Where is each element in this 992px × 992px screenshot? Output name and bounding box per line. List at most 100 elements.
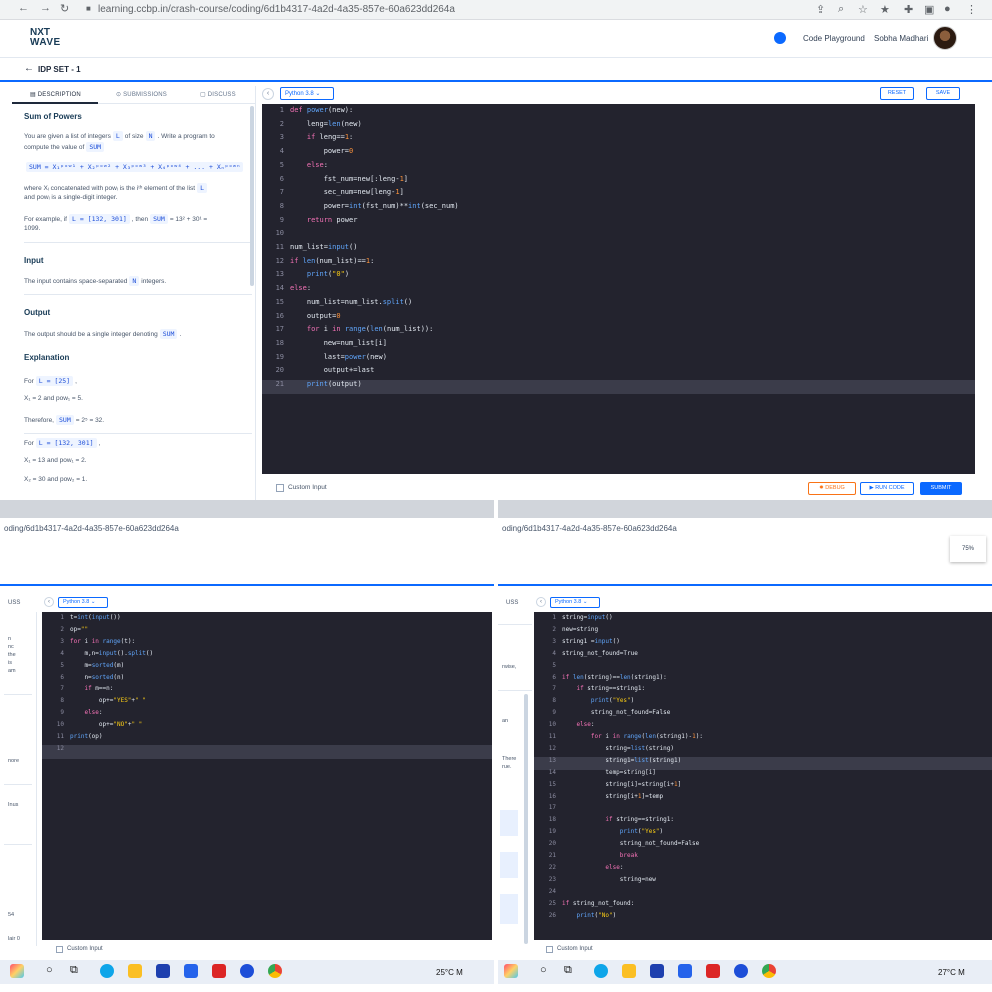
chrome-icon[interactable] — [762, 964, 776, 978]
tab-icon[interactable]: ▣ — [924, 3, 934, 16]
code-line[interactable]: 6 fst_num=new[:leng-1] — [262, 175, 975, 189]
blue-rule — [0, 584, 494, 586]
search-icon[interactable]: ○ — [46, 964, 53, 976]
scrollbar[interactable] — [524, 694, 528, 944]
debug-button[interactable]: ✹ DEBUG — [808, 482, 856, 495]
placeholder-block — [500, 852, 518, 878]
media-icon[interactable] — [240, 964, 254, 978]
code-line[interactable]: 3 if leng==1: — [262, 133, 975, 147]
code-line[interactable]: 17 for i in range(len(num_list)): — [262, 325, 975, 339]
search-icon[interactable]: ○ — [540, 964, 547, 976]
code-line[interactable]: 15 num_list=num_list.split() — [262, 298, 975, 312]
shield-icon[interactable] — [212, 964, 226, 978]
media-icon[interactable] — [734, 964, 748, 978]
logo[interactable]: NXT WAVE — [30, 28, 61, 48]
custom-input-label: Custom Input — [557, 946, 593, 952]
task-view-icon[interactable]: ⧉ — [564, 964, 572, 977]
language-select[interactable]: Python 3.8 ⌄ — [280, 87, 334, 100]
store-icon[interactable] — [156, 964, 170, 978]
url-fragment-left: oding/6d1b4317-4a2d-4a35-857e-60a623dd26… — [4, 524, 179, 533]
back-arrow-icon[interactable]: ← — [18, 2, 29, 14]
save-button[interactable]: SAVE — [926, 87, 960, 100]
code-line[interactable]: 11 num_list=input() — [262, 243, 975, 257]
collapse-panel-button[interactable]: ‹ — [536, 597, 546, 607]
store-icon[interactable] — [650, 964, 664, 978]
task-view-icon[interactable]: ⧉ — [70, 964, 78, 977]
code-line[interactable]: 21 print(output) — [262, 380, 975, 394]
tab-submissions[interactable]: ⊙ SUBMISSIONS — [116, 91, 167, 98]
custom-input-checkbox[interactable] — [546, 946, 553, 953]
code-line[interactable]: 2 leng=len(new) — [262, 120, 975, 134]
weather-widget[interactable]: 25°C M — [436, 968, 463, 977]
edge-icon[interactable] — [100, 964, 114, 978]
code-line[interactable]: 26 print("No") — [534, 912, 992, 926]
custom-input-checkbox[interactable] — [56, 946, 63, 953]
line-number: 4 — [60, 649, 64, 657]
reload-icon[interactable]: ↻ — [60, 2, 69, 15]
edge-icon[interactable] — [594, 964, 608, 978]
custom-input-checkbox[interactable] — [276, 484, 284, 492]
share-icon[interactable]: ⇪ — [816, 3, 825, 16]
code-line[interactable]: 5 else: — [262, 161, 975, 175]
divider — [24, 294, 252, 295]
reset-button[interactable]: RESET — [880, 87, 914, 100]
weather-widget[interactable]: 27°C M — [938, 968, 965, 977]
code-line[interactable]: 12 — [42, 744, 492, 759]
code-line[interactable]: 16 output=0 — [262, 312, 975, 326]
code-line[interactable]: 13 print("0") — [262, 270, 975, 284]
run-code-button[interactable]: ▶ RUN CODE — [860, 482, 914, 495]
code-text: string_not_found=False — [562, 840, 700, 848]
zoom-icon[interactable]: ⌕ — [838, 3, 844, 16]
code-line[interactable]: 12 if len(num_list)==1: — [262, 257, 975, 271]
menu-icon[interactable]: ⋮ — [966, 3, 977, 16]
code-line[interactable]: 7 sec_num=new[leng-1] — [262, 188, 975, 202]
bookmark-icon[interactable]: ☆ — [858, 3, 868, 16]
collapse-panel-button[interactable]: ‹ — [44, 597, 54, 607]
code-line[interactable]: 8 power=int(fst_num)**int(sec_num) — [262, 202, 975, 216]
address-bar[interactable]: learning.ccbp.in/crash-course/coding/6d1… — [98, 4, 455, 15]
line-number: 5 — [279, 160, 284, 169]
code-line[interactable]: 1 def power(new): — [262, 106, 975, 120]
star-icon[interactable]: ★ — [880, 3, 890, 16]
code-line[interactable]: 18 new=num_list[i] — [262, 339, 975, 353]
chrome-icon[interactable] — [268, 964, 282, 978]
folder-icon[interactable] — [128, 964, 142, 978]
folder-icon[interactable] — [622, 964, 636, 978]
forward-arrow-icon[interactable]: → — [40, 2, 51, 14]
code-line[interactable]: 4 power=0 — [262, 147, 975, 161]
code-text: for i in range(len(string1)-1): — [590, 733, 703, 740]
app-icon[interactable] — [678, 964, 692, 978]
explanation-line-3: Therefore, SUM = 2⁵ = 32. — [24, 415, 105, 425]
shield-icon[interactable] — [706, 964, 720, 978]
palette-icon[interactable] — [774, 32, 786, 44]
tab-discuss[interactable]: ▢ DISCUSS — [200, 91, 236, 98]
collapse-panel-button[interactable]: ‹ — [262, 88, 274, 100]
code-editor[interactable]: 1 string=input() 2 new=string 3 string1 =inpu… — [534, 612, 992, 940]
code-editor[interactable]: 1 def power(new): 2 leng=len(new) 3 if leng… — [262, 104, 975, 474]
code-line[interactable]: 20 output+=last — [262, 366, 975, 380]
tab-description[interactable]: ▤ DESCRIPTION — [30, 91, 81, 98]
code-editor[interactable]: 1 t=int(input()) 2 op="" 3 for i in range(t):… — [42, 612, 492, 940]
app-icon[interactable] — [184, 964, 198, 978]
line-number: 24 — [548, 887, 556, 895]
profile-icon[interactable]: ● — [944, 3, 951, 15]
code-playground-link[interactable]: Code Playground — [803, 34, 865, 43]
start-icon[interactable] — [10, 964, 24, 978]
avatar[interactable] — [933, 26, 957, 50]
language-select[interactable]: Python 3.8 ⌄ — [550, 597, 600, 608]
code-line[interactable]: 19 last=power(new) — [262, 353, 975, 367]
line-number: 2 — [279, 119, 284, 128]
start-icon[interactable] — [504, 964, 518, 978]
code-line[interactable]: 9 return power — [262, 216, 975, 230]
code-line[interactable]: 10 — [262, 229, 975, 243]
side-text: n — [8, 636, 12, 642]
extension-icon[interactable]: ✚ — [904, 3, 913, 16]
code-text: def power(new): — [290, 106, 354, 114]
app-header: NXT WAVE Code Playground Sobha Madhari — [0, 20, 992, 58]
scrollbar[interactable] — [250, 106, 254, 286]
submit-button[interactable]: SUBMIT — [920, 482, 962, 495]
code-text: if leng==1: — [306, 133, 354, 142]
back-icon[interactable]: ← — [24, 63, 34, 74]
language-select[interactable]: Python 3.8 ⌄ — [58, 597, 108, 608]
code-line[interactable]: 14 else: — [262, 284, 975, 298]
